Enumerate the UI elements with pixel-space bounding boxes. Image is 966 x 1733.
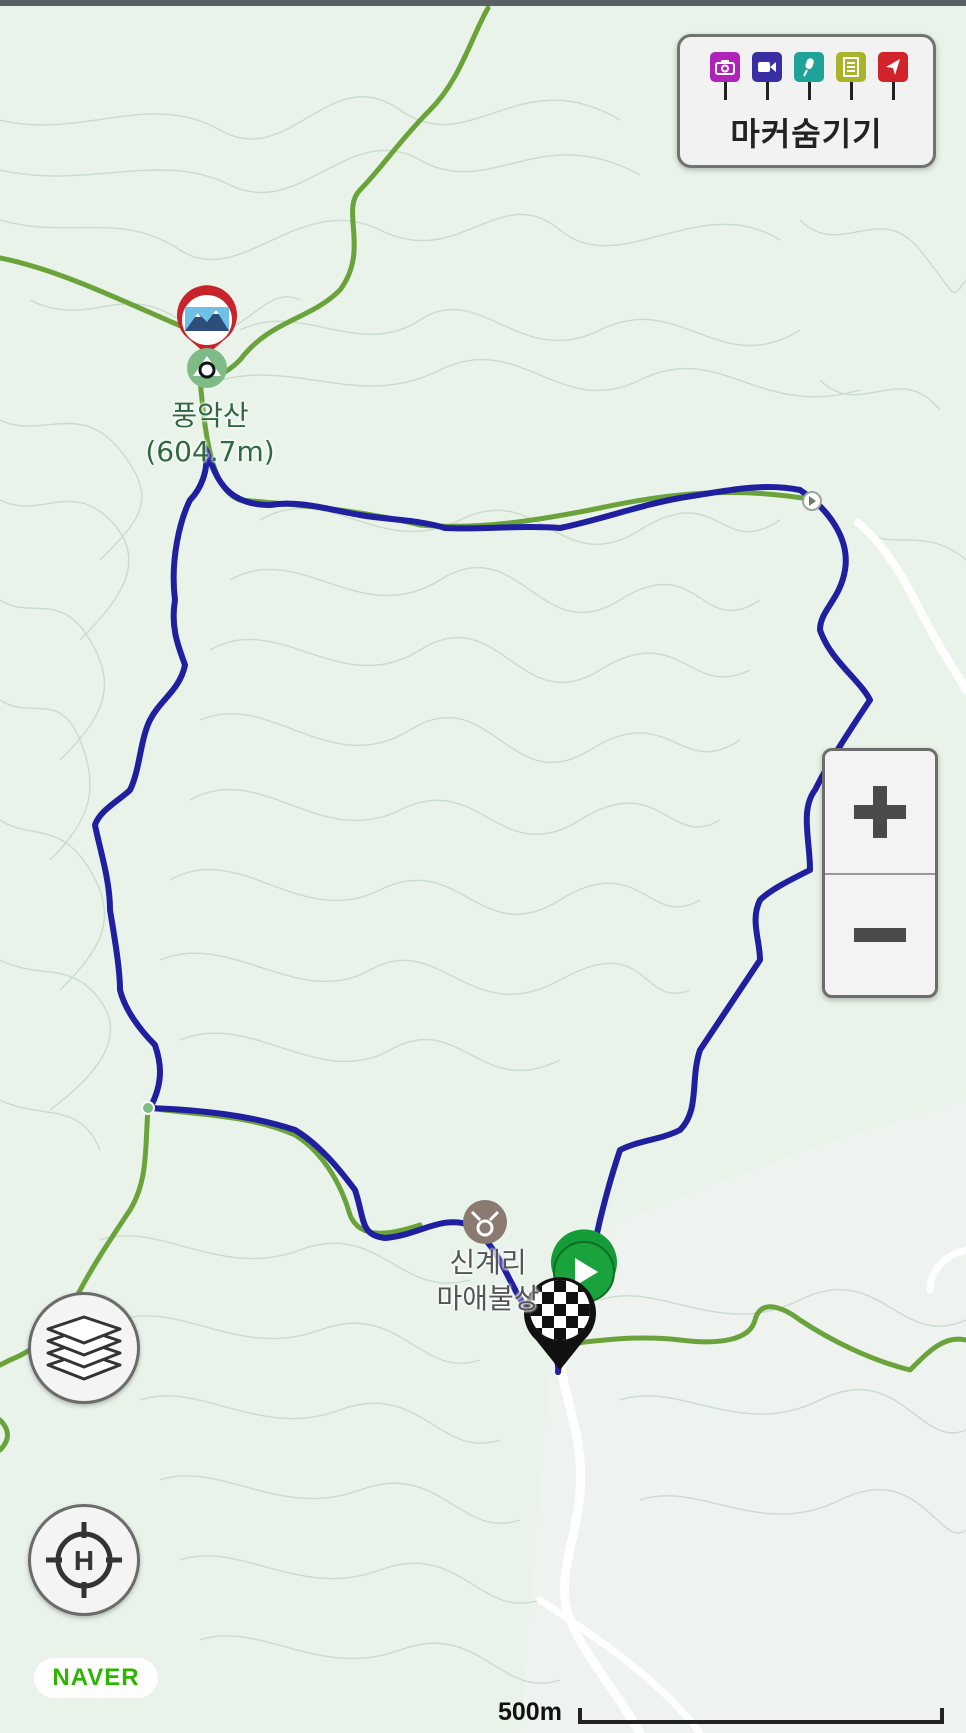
video-icon: [752, 52, 782, 102]
home-target-icon: H: [46, 1522, 122, 1598]
marker-type-icons: [710, 52, 908, 102]
peak-label: 풍악산 (604.7m): [135, 398, 285, 470]
zoom-control: [822, 748, 938, 998]
scale-label: 500m: [498, 1698, 562, 1726]
poi-name-line1: 신계리: [449, 1246, 527, 1279]
waypoint-dot: [141, 1101, 155, 1115]
direction-marker: [802, 491, 822, 511]
minus-icon: [854, 928, 906, 942]
scale-bar: [578, 1708, 944, 1724]
memo-icon: [836, 52, 866, 102]
naver-logo: NAVER: [34, 1658, 158, 1698]
peak-name: 풍악산: [171, 399, 249, 432]
layers-icon: [46, 1315, 122, 1381]
marker-hide-label: 마커숨기기: [730, 115, 883, 153]
svg-text:H: H: [74, 1545, 94, 1576]
poi-name-line2: 마애불상: [436, 1282, 540, 1315]
status-strip: [0, 0, 966, 6]
zoom-in-button[interactable]: [825, 751, 935, 875]
camera-icon: [710, 52, 740, 102]
plus-icon: [854, 786, 906, 838]
zoom-out-button[interactable]: [825, 874, 935, 996]
home-location-button[interactable]: H: [28, 1504, 140, 1616]
marker-hide-button[interactable]: 마커숨기기: [677, 34, 936, 168]
layers-button[interactable]: [28, 1292, 140, 1404]
temple-poi-icon[interactable]: [463, 1200, 507, 1244]
peak-elevation: (604.7m): [145, 435, 275, 468]
microphone-icon: [794, 52, 824, 102]
poi-label: 신계리 마애불상: [418, 1245, 558, 1317]
flag-icon: [878, 52, 908, 102]
